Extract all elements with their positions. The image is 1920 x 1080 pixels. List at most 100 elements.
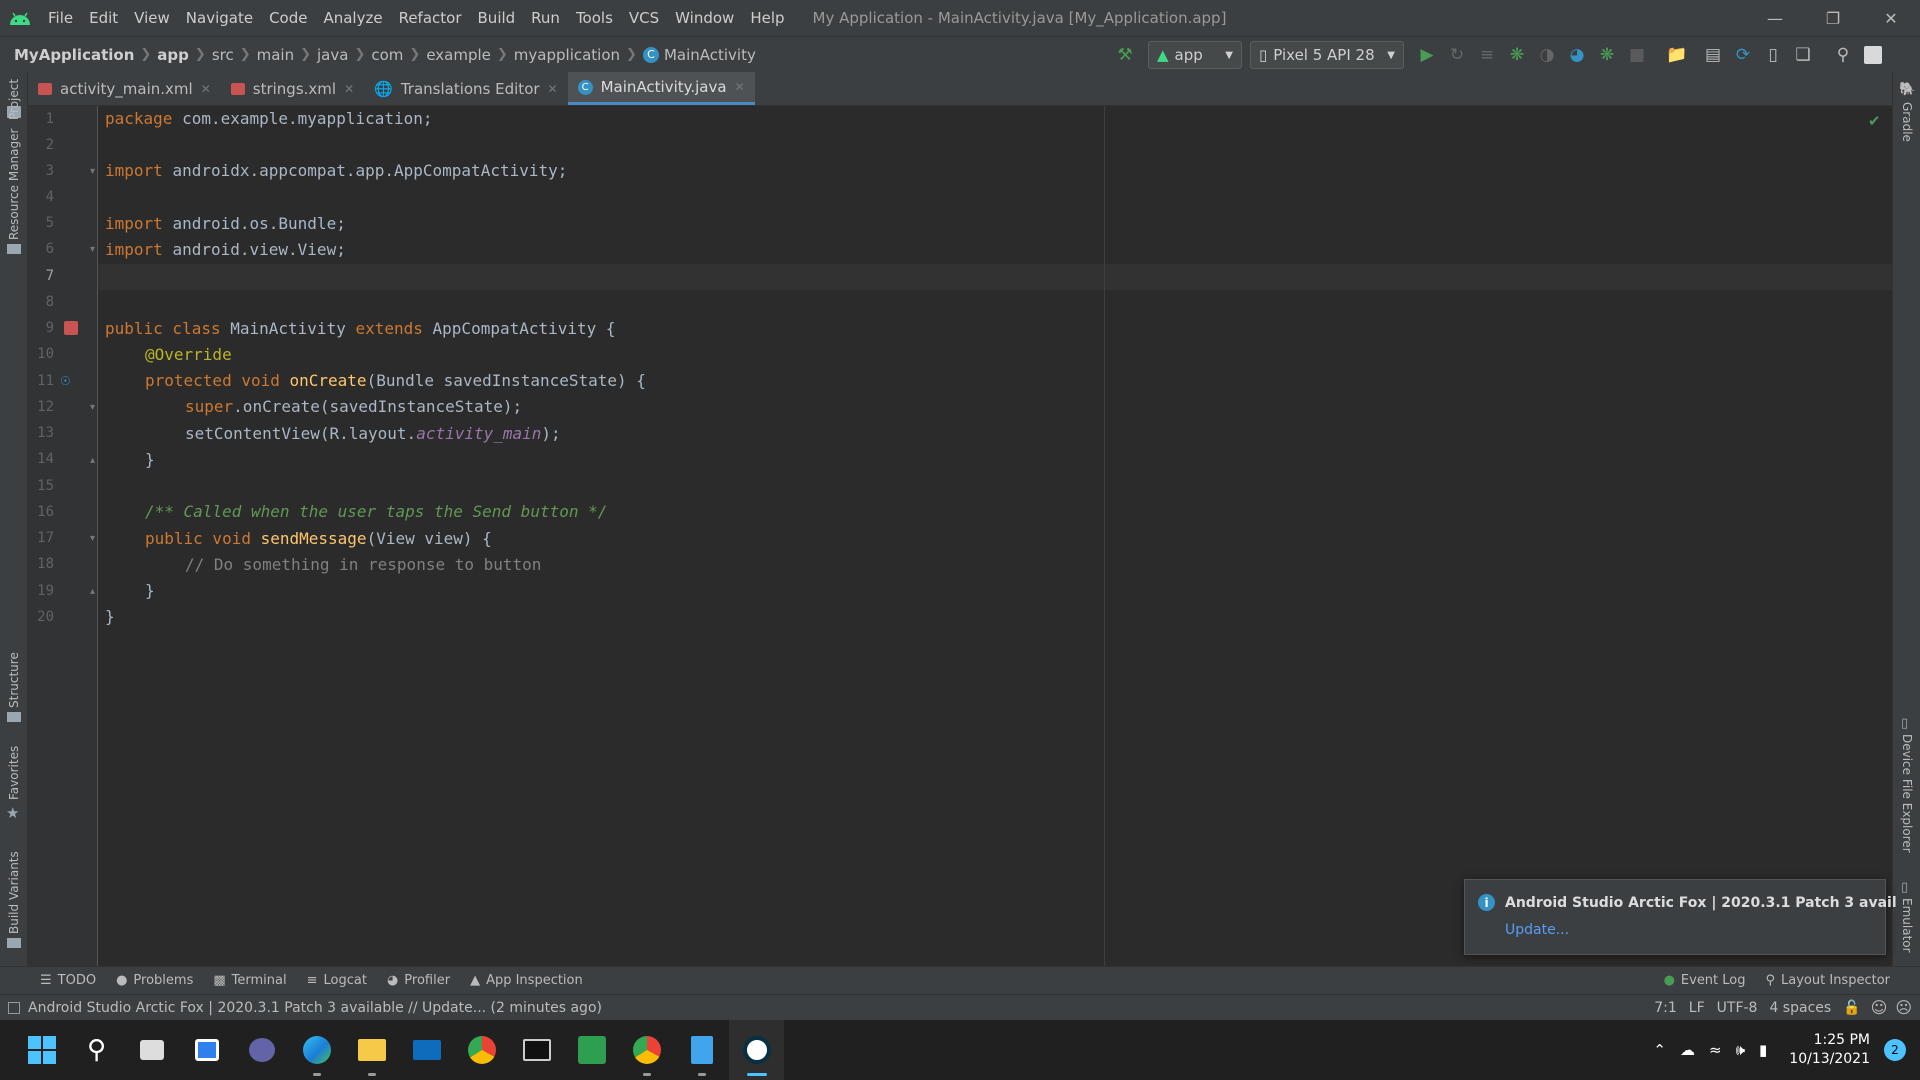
menu-code[interactable]: Code bbox=[261, 0, 315, 36]
smile-icon[interactable]: ☺ bbox=[1867, 998, 1892, 1017]
crumb-example[interactable]: example bbox=[422, 46, 495, 64]
battery-icon[interactable]: ▮ bbox=[1759, 1041, 1767, 1059]
update-notification[interactable]: i Android Studio Arctic Fox | 2020.3.1 P… bbox=[1464, 879, 1897, 955]
tool-device-file-explorer[interactable]: Device File Explorer bbox=[1900, 734, 1914, 853]
account-button[interactable] bbox=[1858, 40, 1888, 70]
caret-position[interactable]: 7:1 bbox=[1648, 1000, 1683, 1016]
taskbar-terminal[interactable] bbox=[509, 1020, 564, 1080]
volume-icon[interactable]: 🕪 bbox=[1736, 1041, 1745, 1059]
tool-profiler[interactable]: ◕ Profiler bbox=[377, 973, 460, 988]
crumb-com[interactable]: com bbox=[367, 46, 407, 64]
tool-todo[interactable]: ☰ TODO bbox=[30, 973, 106, 988]
taskbar-search[interactable]: ⚲ bbox=[69, 1020, 124, 1080]
no-problems-check-icon[interactable]: ✔ bbox=[1868, 112, 1881, 130]
taskbar-teams-chat[interactable] bbox=[234, 1020, 289, 1080]
onedrive-icon[interactable]: ☁ bbox=[1680, 1041, 1695, 1059]
taskbar-mail[interactable] bbox=[399, 1020, 454, 1080]
taskbar-widgets[interactable] bbox=[179, 1020, 234, 1080]
taskbar-edge[interactable] bbox=[289, 1020, 344, 1080]
crumb-myapplication[interactable]: myapplication bbox=[510, 46, 624, 64]
tool-build-variants[interactable]: Build Variants bbox=[7, 851, 21, 934]
stop-button[interactable]: ■ bbox=[1622, 40, 1652, 70]
tool-event-log[interactable]: ● Event Log bbox=[1654, 973, 1756, 988]
menu-build[interactable]: Build bbox=[470, 0, 524, 36]
tab-strings-xml[interactable]: strings.xml ✕ bbox=[221, 72, 364, 105]
attach-debugger-button[interactable]: ❋ bbox=[1592, 40, 1622, 70]
search-everywhere-button[interactable]: ⚲ bbox=[1828, 40, 1858, 70]
menu-view[interactable]: View bbox=[126, 0, 178, 36]
tool-app-inspection[interactable]: ▲ App Inspection bbox=[460, 973, 593, 988]
close-tab-icon[interactable]: ✕ bbox=[344, 82, 354, 96]
activity-marker-icon[interactable] bbox=[64, 321, 78, 335]
tool-favorites[interactable]: Favorites bbox=[7, 746, 21, 800]
make-project-button[interactable]: ⚒ bbox=[1110, 40, 1140, 70]
wifi-icon[interactable]: ≈ bbox=[1709, 1041, 1722, 1059]
taskbar-chrome[interactable] bbox=[454, 1020, 509, 1080]
run-config-select[interactable]: ▲ app ▼ bbox=[1148, 41, 1242, 69]
tool-structure[interactable]: Structure bbox=[7, 652, 21, 708]
profile-button[interactable]: ◕ bbox=[1562, 40, 1592, 70]
override-marker-icon[interactable]: ☉ bbox=[60, 374, 71, 388]
close-tab-icon[interactable]: ✕ bbox=[735, 80, 745, 94]
tool-layout-inspector[interactable]: ⚲ Layout Inspector bbox=[1756, 973, 1901, 988]
crumb-src[interactable]: src bbox=[208, 46, 238, 64]
sync-gradle-button[interactable]: ⟳ bbox=[1728, 40, 1758, 70]
debug-button[interactable]: ❋ bbox=[1502, 40, 1532, 70]
tab-mainactivity-java[interactable]: C MainActivity.java ✕ bbox=[567, 72, 755, 105]
toggle-tool-windows-icon[interactable] bbox=[8, 1001, 20, 1014]
frown-icon[interactable]: ☹ bbox=[1891, 998, 1920, 1017]
taskbar-chrome-profile[interactable] bbox=[619, 1020, 674, 1080]
menu-run[interactable]: Run bbox=[523, 0, 568, 36]
file-encoding[interactable]: UTF-8 bbox=[1711, 1000, 1764, 1016]
menu-analyze[interactable]: Analyze bbox=[315, 0, 390, 36]
apply-code-changes-button[interactable]: ≡ bbox=[1472, 40, 1502, 70]
fold-icon[interactable]: ▴ bbox=[90, 586, 95, 597]
device-manager-button[interactable]: ▯ bbox=[1758, 40, 1788, 70]
taskbar-android-app[interactable] bbox=[564, 1020, 619, 1080]
apply-changes-button[interactable]: ↻ bbox=[1442, 40, 1472, 70]
tool-problems[interactable]: ● Problems bbox=[106, 973, 203, 988]
menu-refactor[interactable]: Refactor bbox=[391, 0, 470, 36]
fold-icon[interactable]: ▾ bbox=[90, 244, 95, 255]
tool-project[interactable]: Project bbox=[7, 79, 21, 120]
code-editor[interactable]: package com.example.myapplication; impor… bbox=[98, 106, 1892, 966]
sdk-manager-button[interactable]: ❏ bbox=[1788, 40, 1818, 70]
tool-logcat[interactable]: ≡ Logcat bbox=[297, 973, 377, 988]
coverage-button[interactable]: ◑ bbox=[1532, 40, 1562, 70]
fold-icon[interactable]: ▾ bbox=[90, 533, 95, 544]
menu-window[interactable]: Window bbox=[667, 0, 742, 36]
taskbar-task-view[interactable] bbox=[124, 1020, 179, 1080]
menu-help[interactable]: Help bbox=[742, 0, 792, 36]
notification-count-badge[interactable]: 2 bbox=[1884, 1039, 1906, 1061]
chevron-up-icon[interactable]: ⌃ bbox=[1653, 1041, 1666, 1059]
taskbar-android-studio[interactable] bbox=[729, 1020, 784, 1080]
crumb-project[interactable]: MyApplication bbox=[10, 46, 138, 64]
line-separator[interactable]: LF bbox=[1683, 1000, 1711, 1016]
menu-file[interactable]: File bbox=[40, 0, 81, 36]
crumb-module[interactable]: app bbox=[153, 46, 193, 64]
avd-manager-button[interactable]: ▤ bbox=[1698, 40, 1728, 70]
start-button[interactable] bbox=[14, 1020, 69, 1080]
tab-translations-editor[interactable]: 🌐 Translations Editor ✕ bbox=[364, 72, 567, 105]
tool-terminal[interactable]: ▩ Terminal bbox=[203, 973, 296, 988]
close-tab-icon[interactable]: ✕ bbox=[201, 82, 211, 96]
update-link[interactable]: Update... bbox=[1505, 922, 1569, 938]
run-button[interactable]: ▶ bbox=[1412, 40, 1442, 70]
menu-edit[interactable]: Edit bbox=[81, 0, 126, 36]
device-select[interactable]: ▯ Pixel 5 API 28 ▼ bbox=[1250, 41, 1404, 69]
tool-emulator[interactable]: Emulator bbox=[1900, 898, 1914, 953]
taskbar-file-explorer[interactable] bbox=[344, 1020, 399, 1080]
fold-icon[interactable]: ▴ bbox=[90, 455, 95, 466]
crumb-mainactivity[interactable]: C MainActivity bbox=[639, 46, 760, 64]
clock[interactable]: 1:25 PM 10/13/2021 bbox=[1789, 1031, 1870, 1069]
tool-resource-manager[interactable]: Resource Manager bbox=[7, 129, 21, 240]
restore-button[interactable]: ❐ bbox=[1804, 0, 1862, 36]
fold-icon[interactable]: ▾ bbox=[90, 166, 95, 177]
menu-tools[interactable]: Tools bbox=[568, 0, 621, 36]
fold-icon[interactable]: ▾ bbox=[90, 402, 95, 413]
close-window-button[interactable]: ✕ bbox=[1862, 0, 1920, 36]
lock-icon[interactable]: 🔓 bbox=[1837, 1000, 1866, 1016]
minimize-button[interactable]: — bbox=[1746, 0, 1804, 36]
status-message[interactable]: Android Studio Arctic Fox | 2020.3.1 Pat… bbox=[28, 1000, 602, 1016]
menu-vcs[interactable]: VCS bbox=[621, 0, 667, 36]
